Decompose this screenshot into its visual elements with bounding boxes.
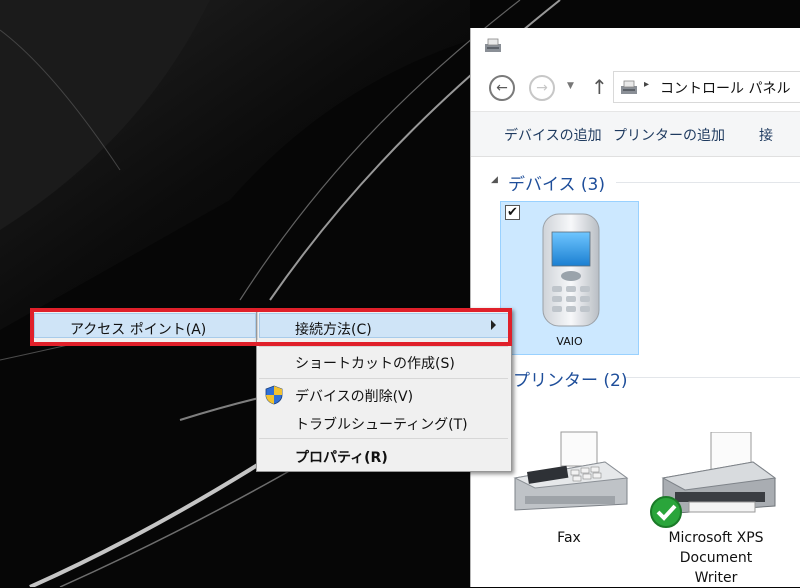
fax-icon[interactable] [505,426,635,518]
address-path[interactable]: コントロール パネル [660,78,790,98]
navigation-bar: ← → ▼ ↑ ▸ コントロール パネル [471,68,800,108]
menu-item-remove-device[interactable]: デバイスの削除(V) [295,386,413,406]
title-bar[interactable] [471,28,800,62]
printer-label-fax[interactable]: Fax [541,528,597,548]
device-label-vaio[interactable]: VAIO [501,335,638,348]
menu-item-create-shortcut[interactable]: ショートカットの作成(S) [295,353,455,373]
overflow-command-button[interactable]: 接 [759,125,773,145]
recent-locations-dropdown[interactable]: ▼ [567,81,574,91]
address-bar[interactable]: ▸ コントロール パネル [613,71,800,103]
uac-shield-icon [265,385,283,405]
printers-group-title[interactable]: プリンター (2) [513,366,627,391]
menu-item-troubleshoot[interactable]: トラブルシューティング(T) [295,414,468,434]
check-badge-icon [650,496,682,528]
add-device-button[interactable]: デバイスの追加 [504,125,602,145]
group-divider [626,377,800,378]
annotation-highlight-box [30,308,512,346]
menu-separator [259,438,508,439]
printer-label-xps[interactable]: Microsoft XPS Document Writer [657,528,775,588]
device-checkbox[interactable]: ✔ [505,205,520,220]
devices-and-printers-window: ← → ▼ ↑ ▸ コントロール パネル デバイスの追加 プリンターの追加 接 … [470,28,800,587]
address-separator[interactable]: ▸ [644,79,649,90]
printer-folder-icon [485,38,501,52]
forward-arrow-icon[interactable]: → [529,75,555,101]
group-divider [616,182,800,183]
menu-separator [259,346,508,347]
up-arrow-icon[interactable]: ↑ [591,76,608,98]
collapse-devices-icon[interactable]: ◢ [491,175,498,185]
devices-group-title[interactable]: デバイス (3) [508,170,605,195]
add-printer-button[interactable]: プリンターの追加 [613,125,725,145]
menu-item-properties[interactable]: プロパティ(R) [295,447,388,467]
back-arrow-icon[interactable]: ← [489,75,515,101]
device-tile-vaio[interactable]: ✔ VAIO [500,201,639,355]
command-bar: デバイスの追加 プリンターの追加 接 [471,111,800,157]
menu-separator [259,378,508,379]
printer-folder-icon [621,80,637,94]
mobile-phone-icon [542,213,600,327]
